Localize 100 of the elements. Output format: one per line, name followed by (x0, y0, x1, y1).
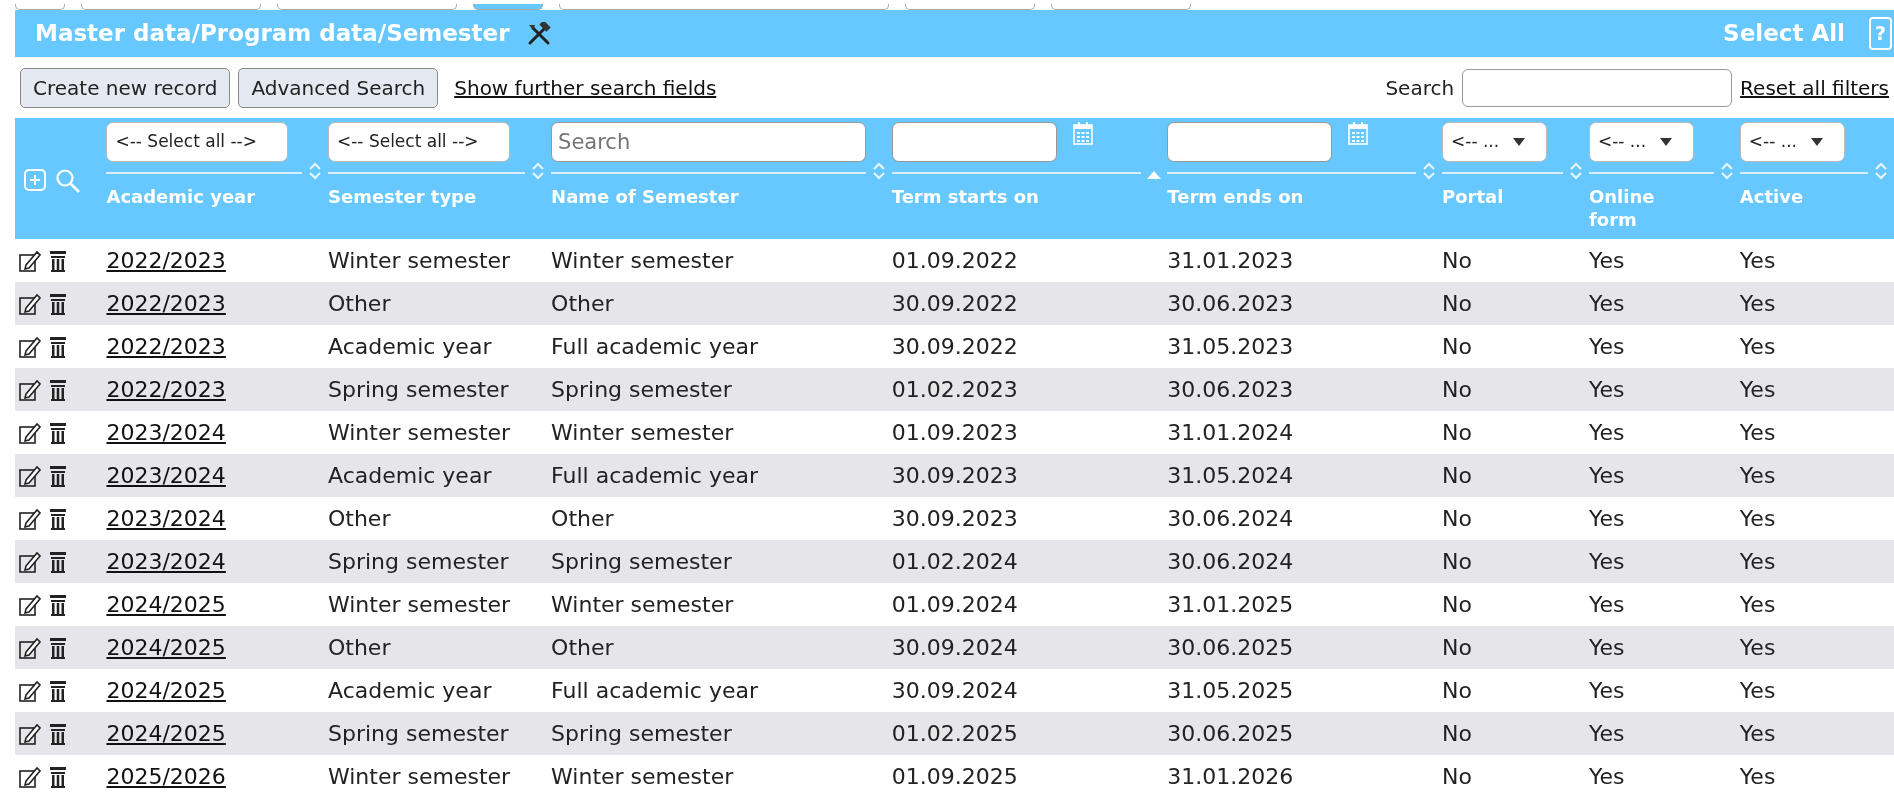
table-cell: Academic year (327, 454, 552, 497)
table-cell: Yes (1739, 626, 1894, 669)
trash-icon[interactable] (49, 593, 67, 616)
table-cell: Yes (1739, 454, 1894, 497)
trash-icon[interactable] (49, 507, 67, 530)
trash-icon[interactable] (49, 636, 67, 659)
trash-icon[interactable] (49, 464, 67, 487)
year-link[interactable]: 2022/2023 (106, 334, 226, 359)
search-label: Search (1385, 74, 1455, 102)
table-cell: Spring semester (551, 368, 892, 411)
edit-icon[interactable] (19, 550, 41, 573)
edit-icon[interactable] (19, 464, 41, 487)
year-link[interactable]: 2024/2025 (106, 592, 226, 617)
table-cell: No (1442, 669, 1589, 712)
table-cell: No (1442, 540, 1589, 583)
table-cell: Academic year (327, 325, 552, 368)
year-link[interactable]: 2024/2025 (106, 678, 226, 703)
trash-icon[interactable] (49, 765, 67, 788)
table-cell: Yes (1739, 368, 1894, 411)
year-link[interactable]: 2022/2023 (106, 248, 226, 273)
table-cell: Spring semester (327, 368, 552, 411)
table-cell: Academic year (327, 669, 552, 712)
edit-icon[interactable] (19, 636, 41, 659)
edit-icon[interactable] (19, 765, 41, 788)
table-cell: 31.01.2024 (1167, 411, 1443, 454)
table-cell: 31.01.2023 (1167, 239, 1443, 282)
table-cell: 30.06.2023 (1167, 368, 1443, 411)
edit-icon[interactable] (19, 378, 41, 401)
date-filter[interactable] (1167, 122, 1333, 162)
table-cell: No (1442, 411, 1589, 454)
caret-icon (1513, 138, 1526, 146)
caret-icon (1660, 138, 1673, 146)
table-cell: Yes (1739, 411, 1894, 454)
table-cell: 01.02.2025 (891, 712, 1168, 755)
table-cell: 30.06.2025 (1167, 626, 1443, 669)
reset-filters-link[interactable]: Reset all filters (1740, 72, 1889, 103)
table-cell: Yes (1739, 325, 1894, 368)
table-cell: Yes (1588, 282, 1740, 325)
table-cell: Other (551, 497, 892, 540)
table-cell: Other (551, 282, 892, 325)
dropdown-filter[interactable]: <-- ... (1588, 122, 1694, 162)
toolbar-button[interactable]: Create new record (20, 67, 231, 108)
table-cell: Yes (1588, 454, 1740, 497)
year-link[interactable]: 2023/2024 (106, 420, 226, 445)
table-cell: Other (327, 626, 552, 669)
table-cell: 31.01.2025 (1167, 583, 1443, 626)
table-cell: No (1442, 497, 1589, 540)
table-cell: Other (327, 282, 552, 325)
edit-icon[interactable] (19, 292, 41, 315)
table-cell: 30.09.2022 (891, 282, 1168, 325)
edit-icon[interactable] (19, 421, 41, 444)
trash-icon[interactable] (49, 335, 67, 358)
edit-icon[interactable] (19, 335, 41, 358)
search-field[interactable] (1462, 68, 1733, 107)
table-cell: 30.09.2023 (891, 497, 1168, 540)
edit-icon[interactable] (19, 249, 41, 272)
trash-icon[interactable] (49, 292, 67, 315)
table-cell: Winter semester (551, 583, 892, 626)
table-cell: Yes (1588, 712, 1740, 755)
edit-icon[interactable] (19, 722, 41, 745)
table-cell: 31.05.2024 (1167, 454, 1443, 497)
cut-off-field[interactable] (473, 4, 543, 10)
trash-icon[interactable] (49, 378, 67, 401)
table-cell: 31.01.2026 (1167, 755, 1443, 798)
table-cell: 30.06.2024 (1167, 540, 1443, 583)
trash-icon[interactable] (49, 421, 67, 444)
trash-icon[interactable] (49, 249, 67, 272)
edit-icon[interactable] (19, 679, 41, 702)
table-cell: Yes (1739, 755, 1894, 798)
date-filter[interactable] (891, 122, 1057, 162)
table-cell: Other (551, 626, 892, 669)
table-cell: Spring semester (327, 712, 552, 755)
select-filter[interactable]: <-- Select all --> (106, 122, 289, 162)
table-cell: 01.09.2022 (891, 239, 1168, 282)
table-cell: Yes (1739, 583, 1894, 626)
dropdown-value: <-- ... (1597, 130, 1647, 154)
table-cell: Yes (1588, 368, 1740, 411)
further-search-link[interactable]: Show further search fields (454, 72, 717, 103)
dropdown-value: <-- ... (1748, 130, 1797, 154)
table-cell: 30.09.2022 (891, 325, 1168, 368)
year-link[interactable]: 2025/2026 (106, 764, 226, 789)
table-cell: No (1442, 454, 1589, 497)
edit-icon[interactable] (19, 507, 41, 530)
table-cell: 01.02.2023 (891, 368, 1168, 411)
trash-icon[interactable] (49, 722, 67, 745)
search-filter[interactable]: Search (551, 122, 866, 162)
dropdown-filter[interactable]: <-- ... (1442, 122, 1548, 162)
table-cell: Winter semester (327, 755, 552, 798)
table-cell: 31.05.2025 (1167, 669, 1443, 712)
table-cell: Yes (1588, 626, 1740, 669)
select-filter[interactable]: <-- Select all --> (327, 122, 510, 162)
table-cell: Full academic year (551, 669, 892, 712)
year-link[interactable]: 2023/2024 (106, 506, 226, 531)
dropdown-filter[interactable]: <-- ... (1739, 122, 1845, 162)
table-cell: Yes (1739, 540, 1894, 583)
edit-icon[interactable] (19, 593, 41, 616)
trash-icon[interactable] (49, 679, 67, 702)
toolbar-button[interactable]: Advanced Search (238, 67, 439, 108)
table-cell: Winter semester (327, 239, 552, 282)
trash-icon[interactable] (49, 550, 67, 573)
